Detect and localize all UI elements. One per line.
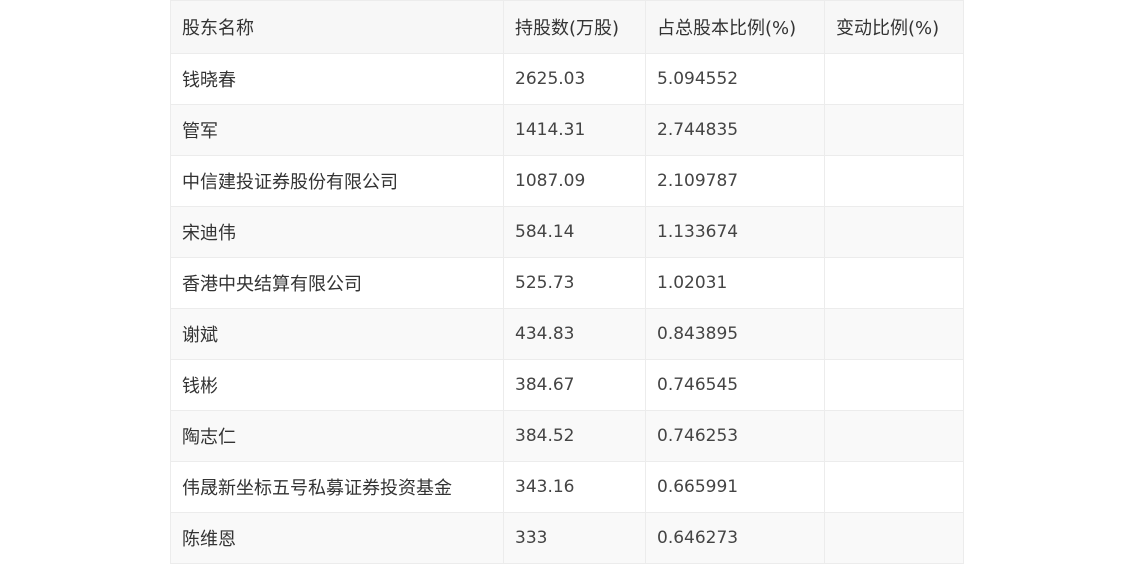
cell-change [824, 461, 964, 513]
cell-name: 陶志仁 [170, 410, 504, 462]
table-row: 伟晟新坐标五号私募证券投资基金 343.16 0.665991 [170, 461, 964, 513]
table-header-row: 股东名称 持股数(万股) 占总股本比例(%) 变动比例(%) [170, 0, 964, 54]
header-shares: 持股数(万股) [503, 0, 646, 54]
cell-ratio: 1.133674 [645, 206, 825, 258]
cell-shares: 333 [503, 512, 646, 564]
cell-ratio: 2.109787 [645, 155, 825, 207]
table-row: 管军 1414.31 2.744835 [170, 104, 964, 156]
cell-change [824, 104, 964, 156]
cell-shares: 2625.03 [503, 53, 646, 105]
header-change: 变动比例(%) [824, 0, 964, 54]
cell-ratio: 0.746253 [645, 410, 825, 462]
table-row: 陈维恩 333 0.646273 [170, 512, 964, 564]
cell-shares: 384.67 [503, 359, 646, 411]
cell-ratio: 0.646273 [645, 512, 825, 564]
cell-name: 钱彬 [170, 359, 504, 411]
cell-change [824, 410, 964, 462]
cell-shares: 434.83 [503, 308, 646, 360]
cell-ratio: 5.094552 [645, 53, 825, 105]
table-row: 钱晓春 2625.03 5.094552 [170, 53, 964, 105]
cell-name: 中信建投证券股份有限公司 [170, 155, 504, 207]
cell-ratio: 0.843895 [645, 308, 825, 360]
table-row: 香港中央结算有限公司 525.73 1.02031 [170, 257, 964, 309]
cell-change [824, 53, 964, 105]
table-row: 谢斌 434.83 0.843895 [170, 308, 964, 360]
cell-ratio: 2.744835 [645, 104, 825, 156]
cell-ratio: 0.746545 [645, 359, 825, 411]
cell-name: 宋迪伟 [170, 206, 504, 258]
cell-shares: 343.16 [503, 461, 646, 513]
header-shareholder-name: 股东名称 [170, 0, 504, 54]
cell-shares: 1414.31 [503, 104, 646, 156]
cell-change [824, 155, 964, 207]
cell-ratio: 0.665991 [645, 461, 825, 513]
cell-name: 香港中央结算有限公司 [170, 257, 504, 309]
cell-shares: 384.52 [503, 410, 646, 462]
cell-shares: 584.14 [503, 206, 646, 258]
table-row: 陶志仁 384.52 0.746253 [170, 410, 964, 462]
cell-change [824, 512, 964, 564]
shareholder-table: 股东名称 持股数(万股) 占总股本比例(%) 变动比例(%) 钱晓春 2625.… [170, 0, 964, 564]
cell-name: 陈维恩 [170, 512, 504, 564]
cell-name: 管军 [170, 104, 504, 156]
cell-shares: 1087.09 [503, 155, 646, 207]
cell-change [824, 359, 964, 411]
cell-shares: 525.73 [503, 257, 646, 309]
cell-name: 谢斌 [170, 308, 504, 360]
cell-name: 钱晓春 [170, 53, 504, 105]
cell-change [824, 257, 964, 309]
header-ratio: 占总股本比例(%) [645, 0, 825, 54]
table-row: 宋迪伟 584.14 1.133674 [170, 206, 964, 258]
shareholder-table-container: 股东名称 持股数(万股) 占总股本比例(%) 变动比例(%) 钱晓春 2625.… [170, 0, 964, 564]
cell-name: 伟晟新坐标五号私募证券投资基金 [170, 461, 504, 513]
cell-ratio: 1.02031 [645, 257, 825, 309]
table-row: 中信建投证券股份有限公司 1087.09 2.109787 [170, 155, 964, 207]
cell-change [824, 206, 964, 258]
cell-change [824, 308, 964, 360]
table-row: 钱彬 384.67 0.746545 [170, 359, 964, 411]
